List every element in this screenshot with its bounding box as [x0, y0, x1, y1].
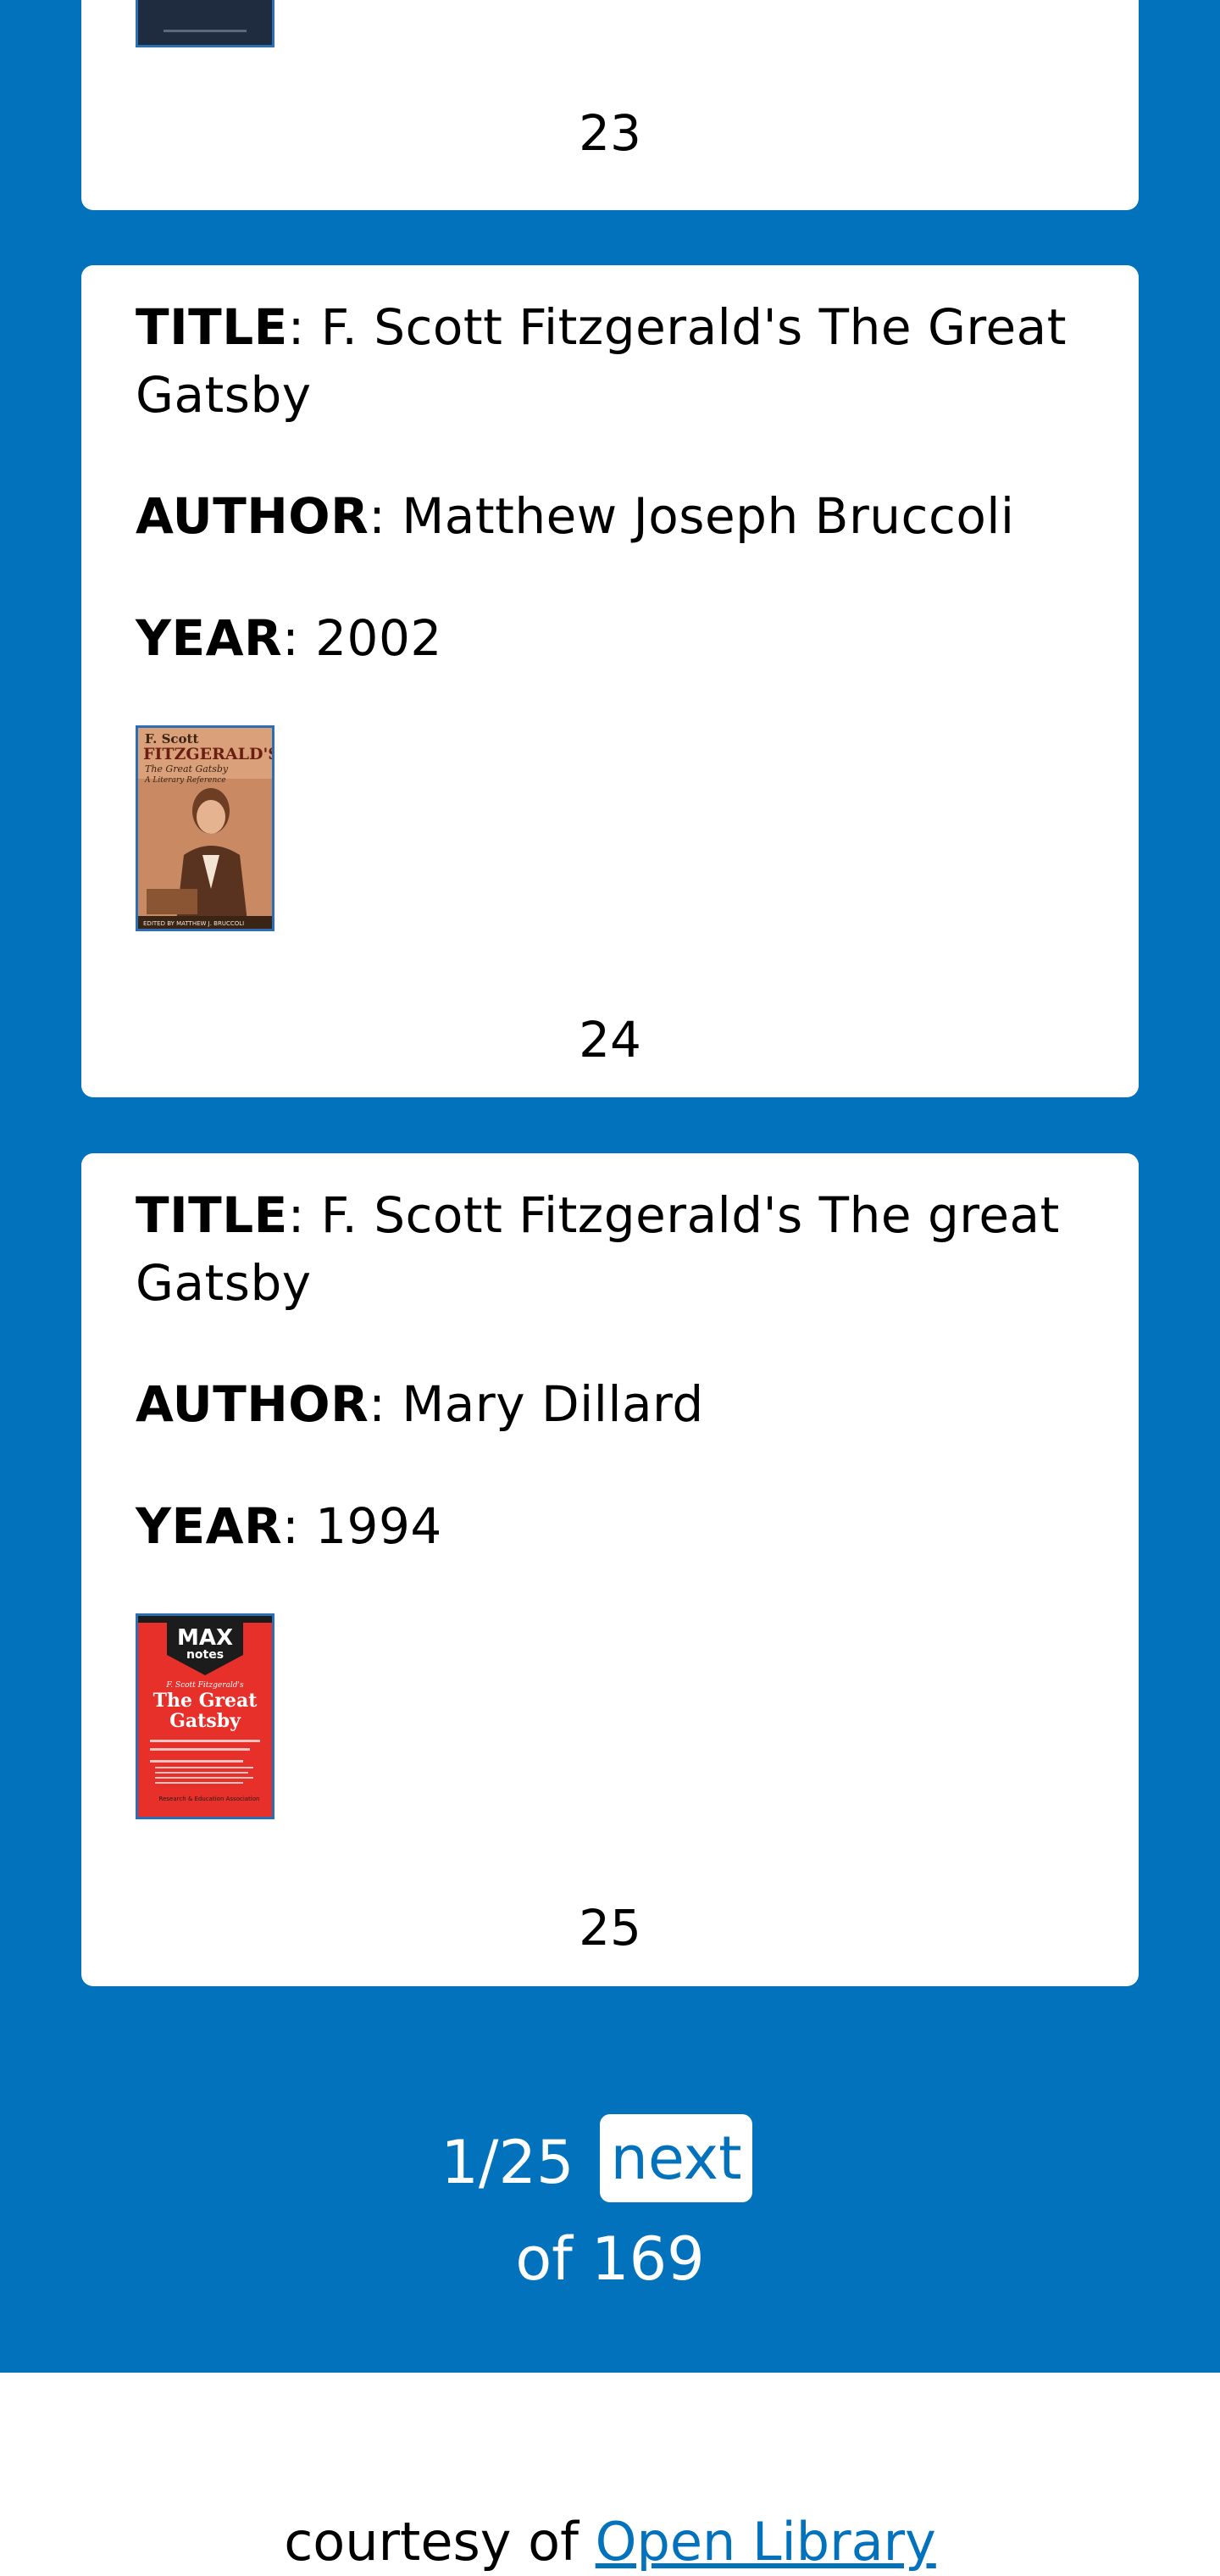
cover-art	[138, 0, 272, 45]
book-author: Mary Dillard	[402, 1375, 704, 1433]
svg-text:A Literary Reference: A Literary Reference	[144, 776, 226, 785]
cover-art: F. Scott FITZGERALD'S The Great Gatsby A…	[138, 728, 272, 929]
open-library-link[interactable]: Open Library	[596, 2511, 936, 2573]
author-label: AUTHOR	[136, 487, 369, 545]
author-label: AUTHOR	[136, 1375, 369, 1433]
footer-credit: courtesy of Open Library	[0, 2508, 1220, 2576]
result-number: 23	[579, 104, 641, 162]
book-cover-image	[136, 0, 274, 47]
results-area: 23 TITLE: F. Scott Fitzgerald's The Grea…	[0, 0, 1220, 2373]
book-card: TITLE: F. Scott Fitzgerald's The great G…	[81, 1153, 1139, 1986]
result-number: 24	[579, 1011, 641, 1069]
total-results: of 169	[515, 2224, 705, 2294]
book-year: 2002	[315, 609, 442, 667]
svg-text:EDITED BY MATTHEW J. BRUCCOLI: EDITED BY MATTHEW J. BRUCCOLI	[143, 920, 244, 927]
author-field: AUTHOR: Matthew Joseph Bruccoli	[136, 487, 1015, 545]
title-label: TITLE	[136, 1186, 288, 1244]
year-field: YEAR: 2002	[136, 609, 442, 667]
year-label: YEAR	[136, 609, 283, 667]
svg-text:notes: notes	[186, 1648, 224, 1662]
svg-text:The Great: The Great	[153, 1690, 258, 1712]
book-author: Matthew Joseph Bruccoli	[402, 487, 1015, 545]
book-year: 1994	[315, 1497, 442, 1555]
book-card: TITLE: F. Scott Fitzgerald's The Great G…	[81, 265, 1139, 1097]
year-field: YEAR: 1994	[136, 1497, 442, 1555]
svg-text:Research & Education Associati: Research & Education Association	[159, 1796, 260, 1802]
svg-text:MAX: MAX	[177, 1625, 233, 1651]
title-field: TITLE: F. Scott Fitzgerald's The great G…	[136, 1186, 1060, 1312]
title-label: TITLE	[136, 298, 288, 356]
svg-text:FITZGERALD'S: FITZGERALD'S	[143, 745, 272, 763]
book-cover-image: MAX notes F. Scott Fitzgerald's The Grea…	[136, 1613, 274, 1819]
result-number: 25	[579, 1899, 641, 1957]
author-field: AUTHOR: Mary Dillard	[136, 1375, 704, 1433]
svg-text:Gatsby: Gatsby	[169, 1710, 241, 1732]
book-cover-image: F. Scott FITZGERALD'S The Great Gatsby A…	[136, 725, 274, 931]
svg-text:The Great Gatsby: The Great Gatsby	[145, 763, 229, 774]
book-card: 23	[81, 0, 1139, 210]
footer-prefix: courtesy of	[284, 2511, 579, 2573]
svg-text:F. Scott Fitzgerald's: F. Scott Fitzgerald's	[165, 1681, 244, 1690]
year-label: YEAR	[136, 1497, 283, 1555]
next-page-button[interactable]: next	[600, 2114, 752, 2202]
page-indicator: 1/25	[441, 2128, 574, 2197]
cover-art: MAX notes F. Scott Fitzgerald's The Grea…	[138, 1616, 272, 1817]
title-field: TITLE: F. Scott Fitzgerald's The Great G…	[136, 298, 1067, 424]
